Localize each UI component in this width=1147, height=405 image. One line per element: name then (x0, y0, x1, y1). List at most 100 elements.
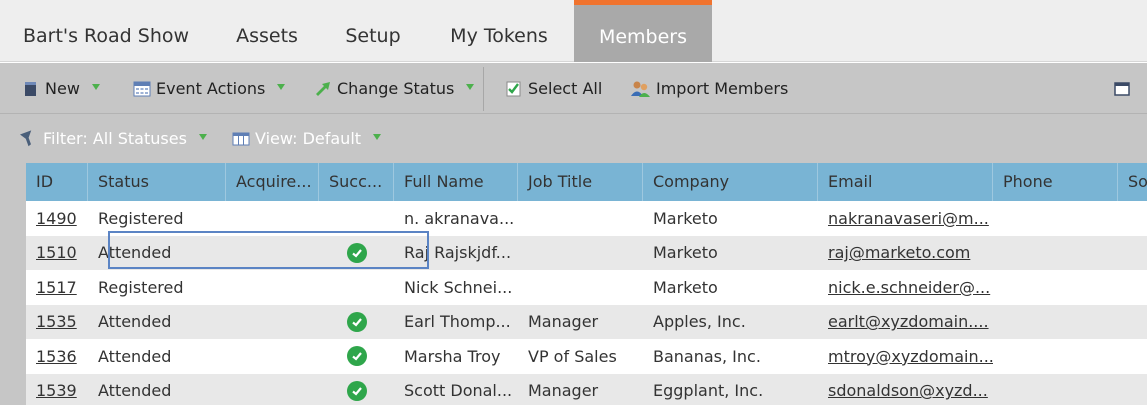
check-circle-icon (346, 346, 367, 367)
column-header-status[interactable]: Status (88, 163, 226, 201)
document-icon (22, 80, 40, 98)
tab-assets[interactable]: Assets (212, 0, 322, 62)
table-row[interactable]: 1535 Attended Earl Thomp... Manager Apples, … (26, 304, 1147, 340)
tab-setup[interactable]: Setup (322, 0, 424, 62)
tab-bar: Bart's Road Show Assets Setup My Tokens … (0, 0, 1147, 62)
check-circle-icon (346, 311, 367, 332)
cell-phone (993, 374, 1118, 405)
email-link[interactable]: nakranavaseri@m... (828, 209, 989, 228)
cell-email: nick.e.schneider@... (818, 270, 993, 305)
toolbar-divider (483, 67, 484, 111)
cell-job-title (518, 236, 643, 271)
cell-id: 1536 (26, 339, 88, 374)
cell-job-title: Manager (528, 381, 599, 401)
cell-status: Attended (98, 243, 172, 263)
chevron-down-icon (91, 83, 100, 90)
cell-phone (993, 236, 1118, 271)
cell-full-name: n. akranava... (404, 208, 515, 228)
cell-id: 1517 (26, 270, 88, 305)
change-status-label: Change Status (337, 79, 455, 98)
member-id-link[interactable]: 1517 (36, 278, 77, 297)
toolbar: New Event Actions Change Status Select A… (0, 63, 1147, 114)
cell-status: Attended (98, 381, 172, 401)
cell-full-name: Marsha Troy (404, 346, 501, 366)
member-id-link[interactable]: 1490 (36, 209, 77, 228)
column-header-success[interactable]: Succ... (319, 163, 394, 201)
chevron-down-icon (198, 133, 207, 140)
cell-phone (993, 305, 1118, 340)
member-id-link[interactable]: 1536 (36, 347, 77, 366)
new-label: New (45, 79, 80, 98)
table-row[interactable]: 1510 Attended Raj Rajskjdf... Marketo raj@ma… (26, 235, 1147, 271)
member-id-link[interactable]: 1535 (36, 312, 77, 331)
change-status-button[interactable]: Change Status (314, 63, 475, 114)
column-header-company[interactable]: Company (643, 163, 818, 201)
cell-company: Marketo (653, 208, 718, 228)
window-icon (1113, 80, 1131, 98)
tab-members[interactable]: Members (574, 0, 712, 62)
cell-acquired (226, 201, 319, 236)
column-header-id[interactable]: ID (26, 163, 88, 201)
cell-full-name: Nick Schnei... (404, 277, 513, 297)
checkbox-icon (505, 80, 523, 98)
select-all-label: Select All (528, 79, 603, 98)
cell-status: Attended (98, 346, 172, 366)
column-header-email[interactable]: Email (818, 163, 993, 201)
tab-my-tokens[interactable]: My Tokens (424, 0, 574, 62)
cell-success (319, 236, 394, 271)
column-header-phone[interactable]: Phone (993, 163, 1118, 201)
cell-full-name: Raj Rajskjdf... (404, 243, 512, 263)
filter-bar: Filter: All Statuses View: Default (0, 114, 1147, 163)
members-grid: ID Status Acquire... Succ... Full Name J… (26, 163, 1147, 405)
import-members-button[interactable]: Import Members (631, 63, 788, 114)
cell-success (319, 339, 394, 374)
filter-button[interactable]: Filter: All Statuses (19, 114, 207, 163)
left-gutter (0, 163, 26, 405)
table-row[interactable]: 1490 Registered n. akranava... Marketo nakra… (26, 201, 1147, 236)
cell-email: raj@marketo.com (818, 236, 993, 271)
chevron-down-icon (373, 133, 382, 140)
maximize-button[interactable] (1113, 63, 1136, 114)
cell-status: Registered (98, 277, 184, 297)
cell-email: earlt@xyzdomain.... (818, 305, 993, 340)
event-actions-button[interactable]: Event Actions (133, 63, 286, 114)
column-header-source[interactable]: So (1118, 163, 1147, 201)
table-row[interactable]: 1539 Attended Scott Donal... Manager Eggplan… (26, 373, 1147, 405)
tab-program-name[interactable]: Bart's Road Show (0, 0, 212, 62)
cell-success (319, 270, 394, 305)
event-actions-label: Event Actions (156, 79, 266, 98)
cell-acquired (226, 339, 319, 374)
chevron-down-icon (466, 83, 475, 90)
cell-email: sdonaldson@xyzd... (818, 374, 993, 405)
cell-id: 1535 (26, 305, 88, 340)
cell-company: Bananas, Inc. (653, 346, 761, 366)
cell-phone (993, 270, 1118, 305)
column-header-acquired[interactable]: Acquire... (226, 163, 319, 201)
table-row[interactable]: 1517 Registered Nick Schnei... Marketo nick.… (26, 270, 1147, 305)
email-link[interactable]: sdonaldson@xyzd... (828, 381, 988, 400)
calendar-icon (133, 80, 151, 98)
cell-success (319, 305, 394, 340)
column-header-job-title[interactable]: Job Title (518, 163, 643, 201)
member-id-link[interactable]: 1510 (36, 243, 77, 262)
select-all-button[interactable]: Select All (505, 63, 602, 114)
email-link[interactable]: nick.e.schneider@... (828, 278, 990, 297)
email-link[interactable]: raj@marketo.com (828, 243, 970, 262)
email-link[interactable]: mtroy@xyzdomain... (828, 347, 993, 366)
column-header-full-name[interactable]: Full Name (394, 163, 518, 201)
columns-icon (232, 130, 250, 148)
cell-acquired (226, 305, 319, 340)
import-members-label: Import Members (656, 79, 789, 98)
cell-acquired (226, 374, 319, 405)
funnel-icon (19, 129, 38, 148)
cell-acquired (226, 270, 319, 305)
table-row[interactable]: 1536 Attended Marsha Troy VP of Sales Banana… (26, 339, 1147, 374)
cell-success (319, 201, 394, 236)
chevron-down-icon (277, 83, 286, 90)
new-button[interactable]: New (22, 63, 100, 114)
cell-id: 1490 (26, 201, 88, 236)
email-link[interactable]: earlt@xyzdomain.... (828, 312, 989, 331)
member-id-link[interactable]: 1539 (36, 381, 77, 400)
view-button[interactable]: View: Default (232, 114, 382, 163)
cell-company: Eggplant, Inc. (653, 381, 764, 401)
